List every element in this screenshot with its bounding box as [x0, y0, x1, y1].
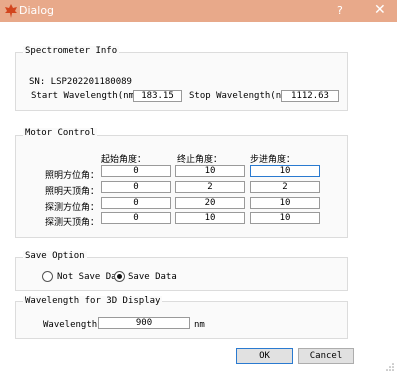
illum-azimuth-start-field[interactable] [101, 165, 171, 177]
wavelength-label: Wavelength: [43, 320, 103, 330]
detect-azimuth-label: 探测方位角： [45, 203, 100, 213]
detect-zenith-stop-field[interactable] [175, 212, 245, 224]
detect-azimuth-step-field[interactable] [250, 197, 320, 209]
close-icon[interactable]: ✕ [374, 2, 386, 18]
app-icon [5, 4, 17, 18]
detect-zenith-step-field[interactable] [250, 212, 320, 224]
serial-number: SN: LSP202201180089 [29, 77, 132, 87]
window-title: Dialog [19, 4, 55, 17]
not-save-data-label[interactable]: Not Save Dat [57, 272, 122, 282]
detect-azimuth-start-field[interactable] [101, 197, 171, 209]
illum-zenith-label: 照明天顶角： [45, 187, 100, 197]
illum-zenith-stop-field[interactable] [175, 181, 245, 193]
stop-angle-header: 终止角度： [177, 155, 223, 165]
detect-azimuth-stop-field[interactable] [175, 197, 245, 209]
title-bar: Dialog ? ✕ [0, 0, 397, 22]
start-angle-header: 起始角度： [101, 155, 147, 165]
start-wavelength-field[interactable] [133, 90, 182, 102]
motor-control-title: Motor Control [23, 128, 98, 138]
detect-zenith-start-field[interactable] [101, 212, 171, 224]
help-icon[interactable]: ? [337, 4, 343, 17]
detect-zenith-label: 探测天顶角： [45, 218, 100, 228]
spectrometer-info-title: Spectrometer Info [23, 46, 120, 56]
display3d-title: Wavelength for 3D Display [23, 296, 163, 306]
save-data-radio[interactable] [114, 271, 125, 282]
stop-wavelength-label: Stop Wavelength(nm) [189, 91, 292, 101]
save-option-title: Save Option [23, 251, 87, 261]
not-save-data-radio[interactable] [42, 271, 53, 282]
stop-wavelength-field[interactable] [281, 90, 339, 102]
wavelength-field[interactable] [98, 317, 190, 329]
cancel-button[interactable]: Cancel [298, 348, 354, 364]
illum-azimuth-label: 照明方位角： [45, 171, 100, 181]
wavelength-unit: nm [194, 320, 205, 330]
save-data-label[interactable]: Save Data [128, 272, 177, 282]
illum-zenith-step-field[interactable] [250, 181, 320, 193]
illum-zenith-start-field[interactable] [101, 181, 171, 193]
start-wavelength-label: Start Wavelength(nm) [31, 91, 140, 101]
step-angle-header: 步进角度： [250, 155, 296, 165]
illum-azimuth-stop-field[interactable] [175, 165, 245, 177]
ok-button[interactable]: OK [236, 348, 293, 364]
resize-grip-icon[interactable] [385, 362, 395, 372]
illum-azimuth-step-field[interactable] [250, 165, 320, 177]
